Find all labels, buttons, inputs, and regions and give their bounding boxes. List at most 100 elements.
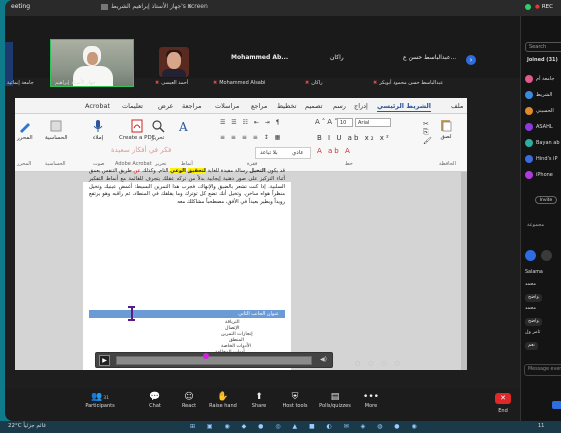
toc-item: الإتصال <box>225 326 240 331</box>
mic-muted-icon: ✖ <box>213 80 218 86</box>
tab-file[interactable]: ملف <box>451 102 463 110</box>
selected-heading-text: عنوان الجانب الثاني <box>238 311 279 317</box>
playback-knob[interactable] <box>202 353 209 359</box>
participants-button[interactable]: 👥31 Participants <box>80 391 120 409</box>
name-tag: جهاز الأستاذ إبراهيم <box>55 80 96 86</box>
sensitivity-button[interactable]: الحساسية <box>45 119 68 141</box>
vertical-scrollbar[interactable] <box>461 172 467 370</box>
participant-tile-mohammed[interactable]: Mohammed Ab... <box>231 54 288 67</box>
participant-search-input[interactable]: Search <box>525 42 561 52</box>
tab-acrobat[interactable]: Acrobat <box>85 102 110 110</box>
volume-icon[interactable]: ◀) <box>320 356 327 363</box>
mic-muted-icon: ✖ <box>155 80 160 86</box>
participant-row[interactable]: ASAHL <box>525 122 553 132</box>
participant-row[interactable]: جامعة أم <box>525 74 554 84</box>
taskbar-app-icons[interactable]: ⊞ ▣ ◉ ◆ ● ◎ ▲ ■ ◐ ✉ ◈ ◍ ● ◉ <box>190 423 422 430</box>
para-highlight: الوعي <box>170 168 186 174</box>
more-label: More <box>364 403 378 409</box>
participant-tile-abdulbaset[interactable]: عبدالباسط حسن ع... <box>403 54 456 67</box>
more-icon: ••• <box>363 392 379 402</box>
toc-item: إنجازات التمرين <box>221 332 253 337</box>
tab-design[interactable]: تصميم <box>305 102 323 110</box>
page-indicator-dots[interactable]: ○ ○ ○ ○ <box>355 360 403 367</box>
end-label-wrap: End <box>483 408 523 414</box>
shared-screen: ملف الشريط الرئيسي إدراج رسم تصميم تخطيط… <box>15 98 467 370</box>
tab-layout[interactable]: تخطيط <box>277 102 296 110</box>
paragraph-list-icons[interactable]: ☰ ☰ ☷ ⇤ ⇥ ¶ <box>220 119 282 126</box>
participant-row[interactable]: Bayan ab <box>525 138 560 148</box>
participant-tile-rakan[interactable]: راكان <box>330 54 344 67</box>
participant-avatar-icon <box>525 91 533 99</box>
styles-button[interactable]: A <box>177 119 191 135</box>
participant-name: جامعة أم <box>536 76 555 82</box>
style-no-spacing[interactable]: بلا تباعد <box>260 150 278 156</box>
host-tools-button[interactable]: ⛨ Host tools <box>275 391 315 409</box>
security-shield-icon[interactable] <box>525 4 531 10</box>
selected-heading-bar[interactable]: عنوان الجانب الثاني <box>89 310 285 318</box>
next-page-arrow-icon[interactable]: › <box>466 55 476 65</box>
participant-row[interactable]: الحسيني <box>525 106 554 116</box>
create-pdf-label: Create a PDF <box>119 135 155 141</box>
end-label: End <box>498 408 508 414</box>
paste-button[interactable]: لصق <box>439 118 453 140</box>
tab-insert[interactable]: إدراج <box>354 102 368 110</box>
more-button[interactable]: ••• More <box>351 391 391 409</box>
end-button[interactable]: ✕ <box>495 393 511 404</box>
font-color-icons[interactable]: A ab A <box>317 147 352 155</box>
tab-help[interactable]: تعليمات <box>122 102 143 110</box>
chat-message-input[interactable]: Message every <box>524 364 561 376</box>
dictate-button[interactable]: إملاء <box>91 119 105 141</box>
group-label-clipboard: الحافظة <box>439 161 456 167</box>
avatar-shirt <box>162 69 186 77</box>
playback-track[interactable] <box>116 353 312 365</box>
font-name-dropdown[interactable]: Arial <box>355 118 391 127</box>
polls-icon: ▤ <box>330 392 340 402</box>
tab-mailings[interactable]: مراسلات <box>215 102 239 110</box>
paragraph-align-icons[interactable]: ≡ ≡ ≡ ≡ ↕ ▦ <box>220 134 282 141</box>
tab-draw[interactable]: رسم <box>333 102 346 110</box>
tab-references[interactable]: مراجع <box>251 102 267 110</box>
style-normal[interactable]: عادي <box>292 150 304 156</box>
raise-hand-button[interactable]: ✋ Raise hand <box>203 391 243 409</box>
chat-sender-name: محمد <box>525 306 536 311</box>
invite-button[interactable]: Invite <box>535 196 557 204</box>
participant-row[interactable]: Hind's iP <box>525 154 557 164</box>
screen-share-label: جهاز الأستاذ إبراهيم الشريط's screen <box>111 3 208 10</box>
share-label: Share <box>251 403 267 409</box>
play-button[interactable]: ▶ <box>99 355 110 366</box>
create-pdf-button[interactable]: Create a PDF <box>119 119 155 141</box>
styles-icon: A <box>178 120 188 133</box>
share-button[interactable]: ⬆ Share <box>239 391 279 409</box>
document-page[interactable] <box>83 182 291 370</box>
participant-row[interactable]: iPhone <box>525 170 553 180</box>
tab-view[interactable]: عرض <box>158 102 173 110</box>
dictate-label: إملاء <box>92 135 104 141</box>
participant-row[interactable]: الشريط <box>525 90 552 100</box>
participant-avatar-photo[interactable] <box>159 47 189 77</box>
mic-muted-icon: ✖ <box>305 80 310 86</box>
group-label-editing: تحرير <box>155 161 167 167</box>
close-icon[interactable]: ✕ <box>187 3 192 10</box>
weather-widget[interactable]: 22°C غائم جزئياً <box>8 423 46 429</box>
chat-avatar-icon[interactable] <box>525 250 536 261</box>
name-tag: ✖ عبدالباسط حسن محمود أبوبكر <box>373 80 443 86</box>
polls-button[interactable]: ▤ Polls/quizzes <box>315 391 355 409</box>
para-red: عن <box>133 168 141 174</box>
tab-review[interactable]: مراجعة <box>182 102 202 110</box>
participant-avatar-icon <box>525 155 533 163</box>
font-size-controls[interactable]: A˄A˅ <box>315 118 340 126</box>
font-format-icons[interactable]: B I U ab x₂ x² <box>317 134 391 142</box>
recording-indicator[interactable]: ● REC <box>535 4 553 10</box>
send-button[interactable] <box>552 401 561 409</box>
avatar-face <box>167 52 181 69</box>
chat-avatar-icon[interactable] <box>541 250 552 261</box>
recording-label: REC <box>541 4 553 10</box>
styles-gallery[interactable]: بلا تباعد عادي <box>255 147 311 159</box>
editor-button[interactable]: المحرر <box>17 119 33 141</box>
zoom-window: eeting جهاز الأستاذ إبراهيم الشريط's scr… <box>5 0 561 421</box>
participant-avatar-icon <box>525 107 533 115</box>
raise-hand-label: Raise hand <box>209 403 237 409</box>
clipboard-small-icons[interactable]: ✂ ⎘ 🖌 <box>423 120 434 145</box>
ribbon: لصق ✂ ⎘ 🖌 Arial 10 A˄A˅ B I U ab x₂ x² A a… <box>15 114 467 172</box>
tab-home[interactable]: الشريط الرئيسي <box>377 102 431 112</box>
